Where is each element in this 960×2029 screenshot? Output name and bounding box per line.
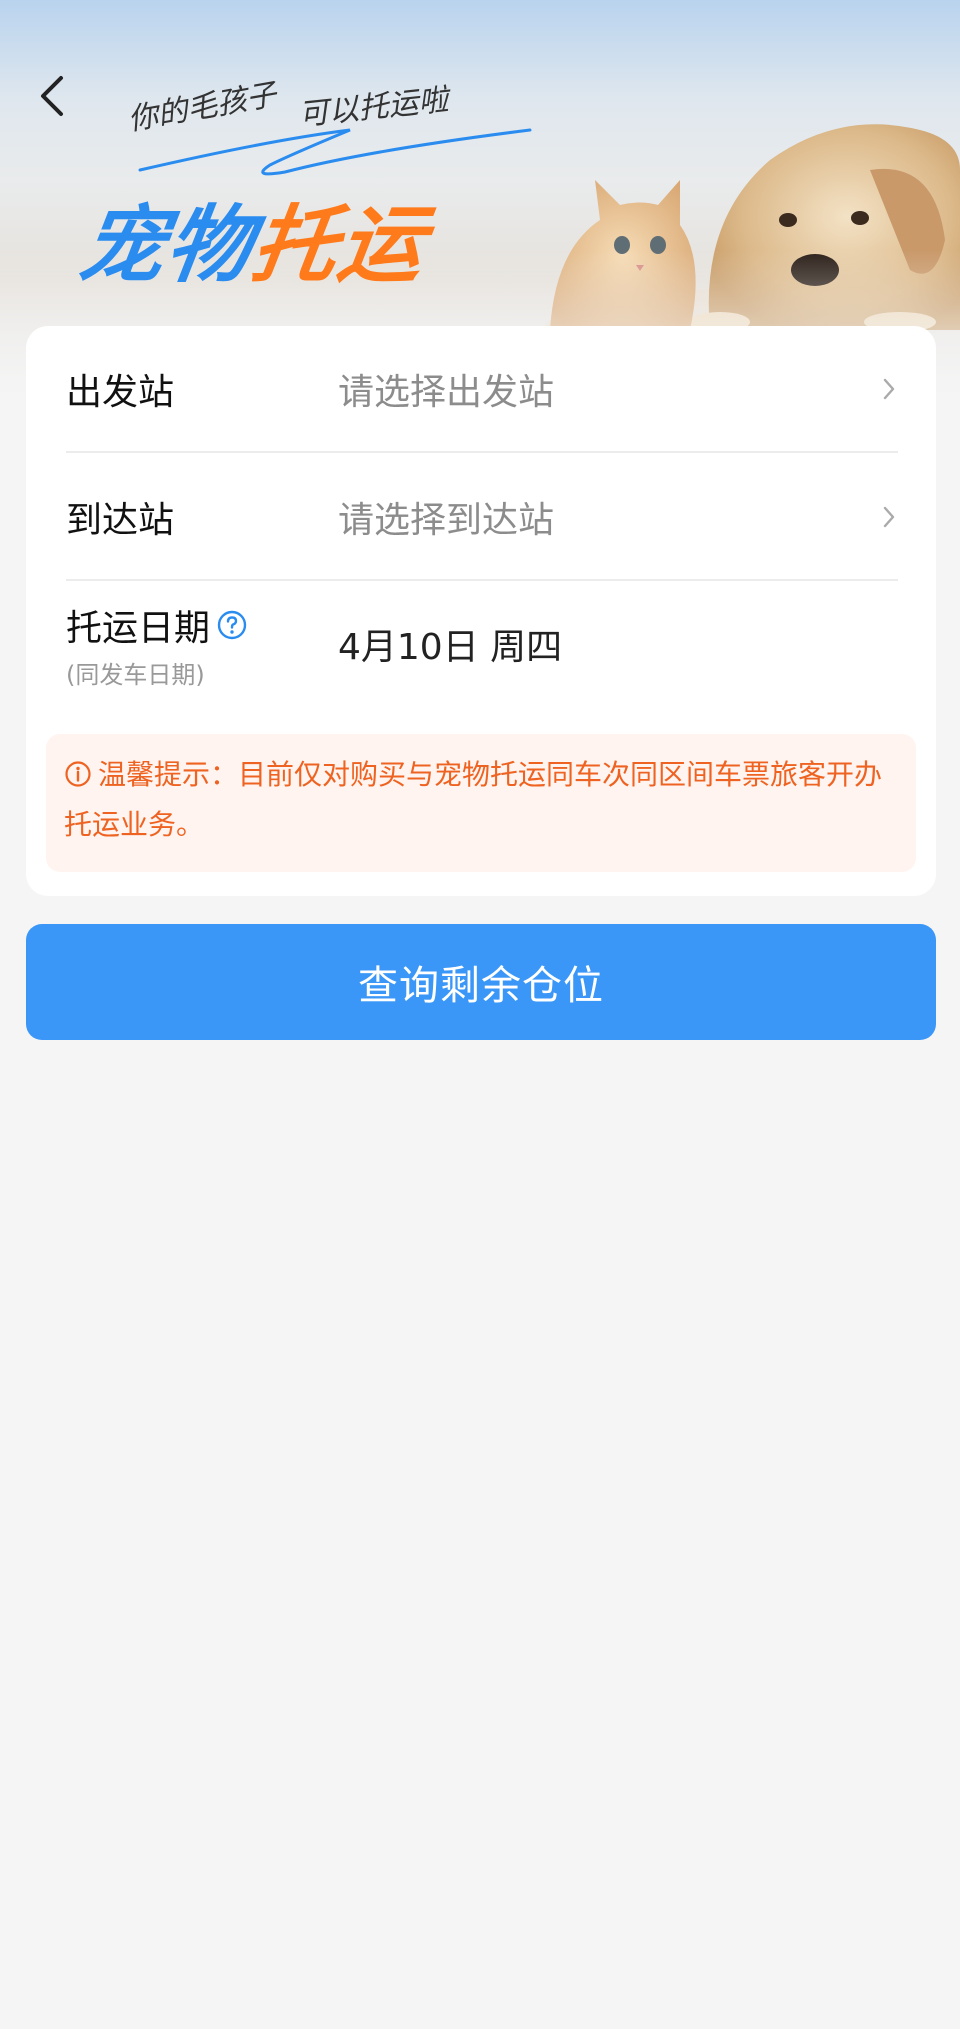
shipping-date-label: 托运日期 — [66, 607, 211, 649]
divider — [66, 451, 898, 453]
back-button[interactable] — [28, 68, 76, 124]
departure-station-placeholder: 请选择出发站 — [338, 372, 555, 413]
shipping-date-sublabel: (同发车日期) — [66, 660, 205, 689]
form-card: 出发站 请选择出发站 到达站 请选择到达站 托运日期 (同发车日期) 4月10日 — [26, 326, 936, 896]
title-part1: 宠物 — [74, 196, 260, 294]
title-part2: 托运 — [246, 196, 433, 294]
arrival-station-label: 到达站 — [66, 500, 175, 541]
departure-station-row[interactable]: 出发站 请选择出发站 — [66, 326, 898, 452]
info-circle-icon — [65, 761, 91, 787]
query-remaining-slots-button[interactable]: 查询剩余仓位 — [26, 924, 936, 1040]
page-title: 宠物托运 — [73, 178, 434, 299]
divider — [66, 579, 898, 581]
shipping-date-label-group: 托运日期 (同发车日期) — [66, 599, 338, 690]
shipping-date-value[interactable]: 4月10日 周四 — [338, 618, 562, 670]
shipping-date-row: 托运日期 (同发车日期) 4月10日 周四 — [66, 582, 898, 706]
warm-tip: 温馨提示：目前仅对购买与宠物托运同车次同区间车票旅客开办托运业务。 — [46, 734, 916, 872]
arrival-station-placeholder: 请选择到达站 — [338, 500, 555, 541]
slogan-line1: 你的毛孩子 — [125, 77, 281, 138]
warm-tip-text: 温馨提示：目前仅对购买与宠物托运同车次同区间车票旅客开办托运业务。 — [64, 758, 883, 841]
departure-station-label: 出发站 — [66, 372, 175, 413]
slogan: 你的毛孩子 可以托运啦 — [125, 77, 532, 176]
chevron-right-icon — [883, 378, 895, 400]
arrival-station-row[interactable]: 到达站 请选择到达站 — [66, 454, 898, 580]
slogan-line2: 可以托运啦 — [297, 82, 454, 133]
chevron-left-icon — [41, 76, 63, 116]
question-circle-icon[interactable] — [216, 609, 248, 641]
chevron-right-icon — [883, 506, 895, 528]
